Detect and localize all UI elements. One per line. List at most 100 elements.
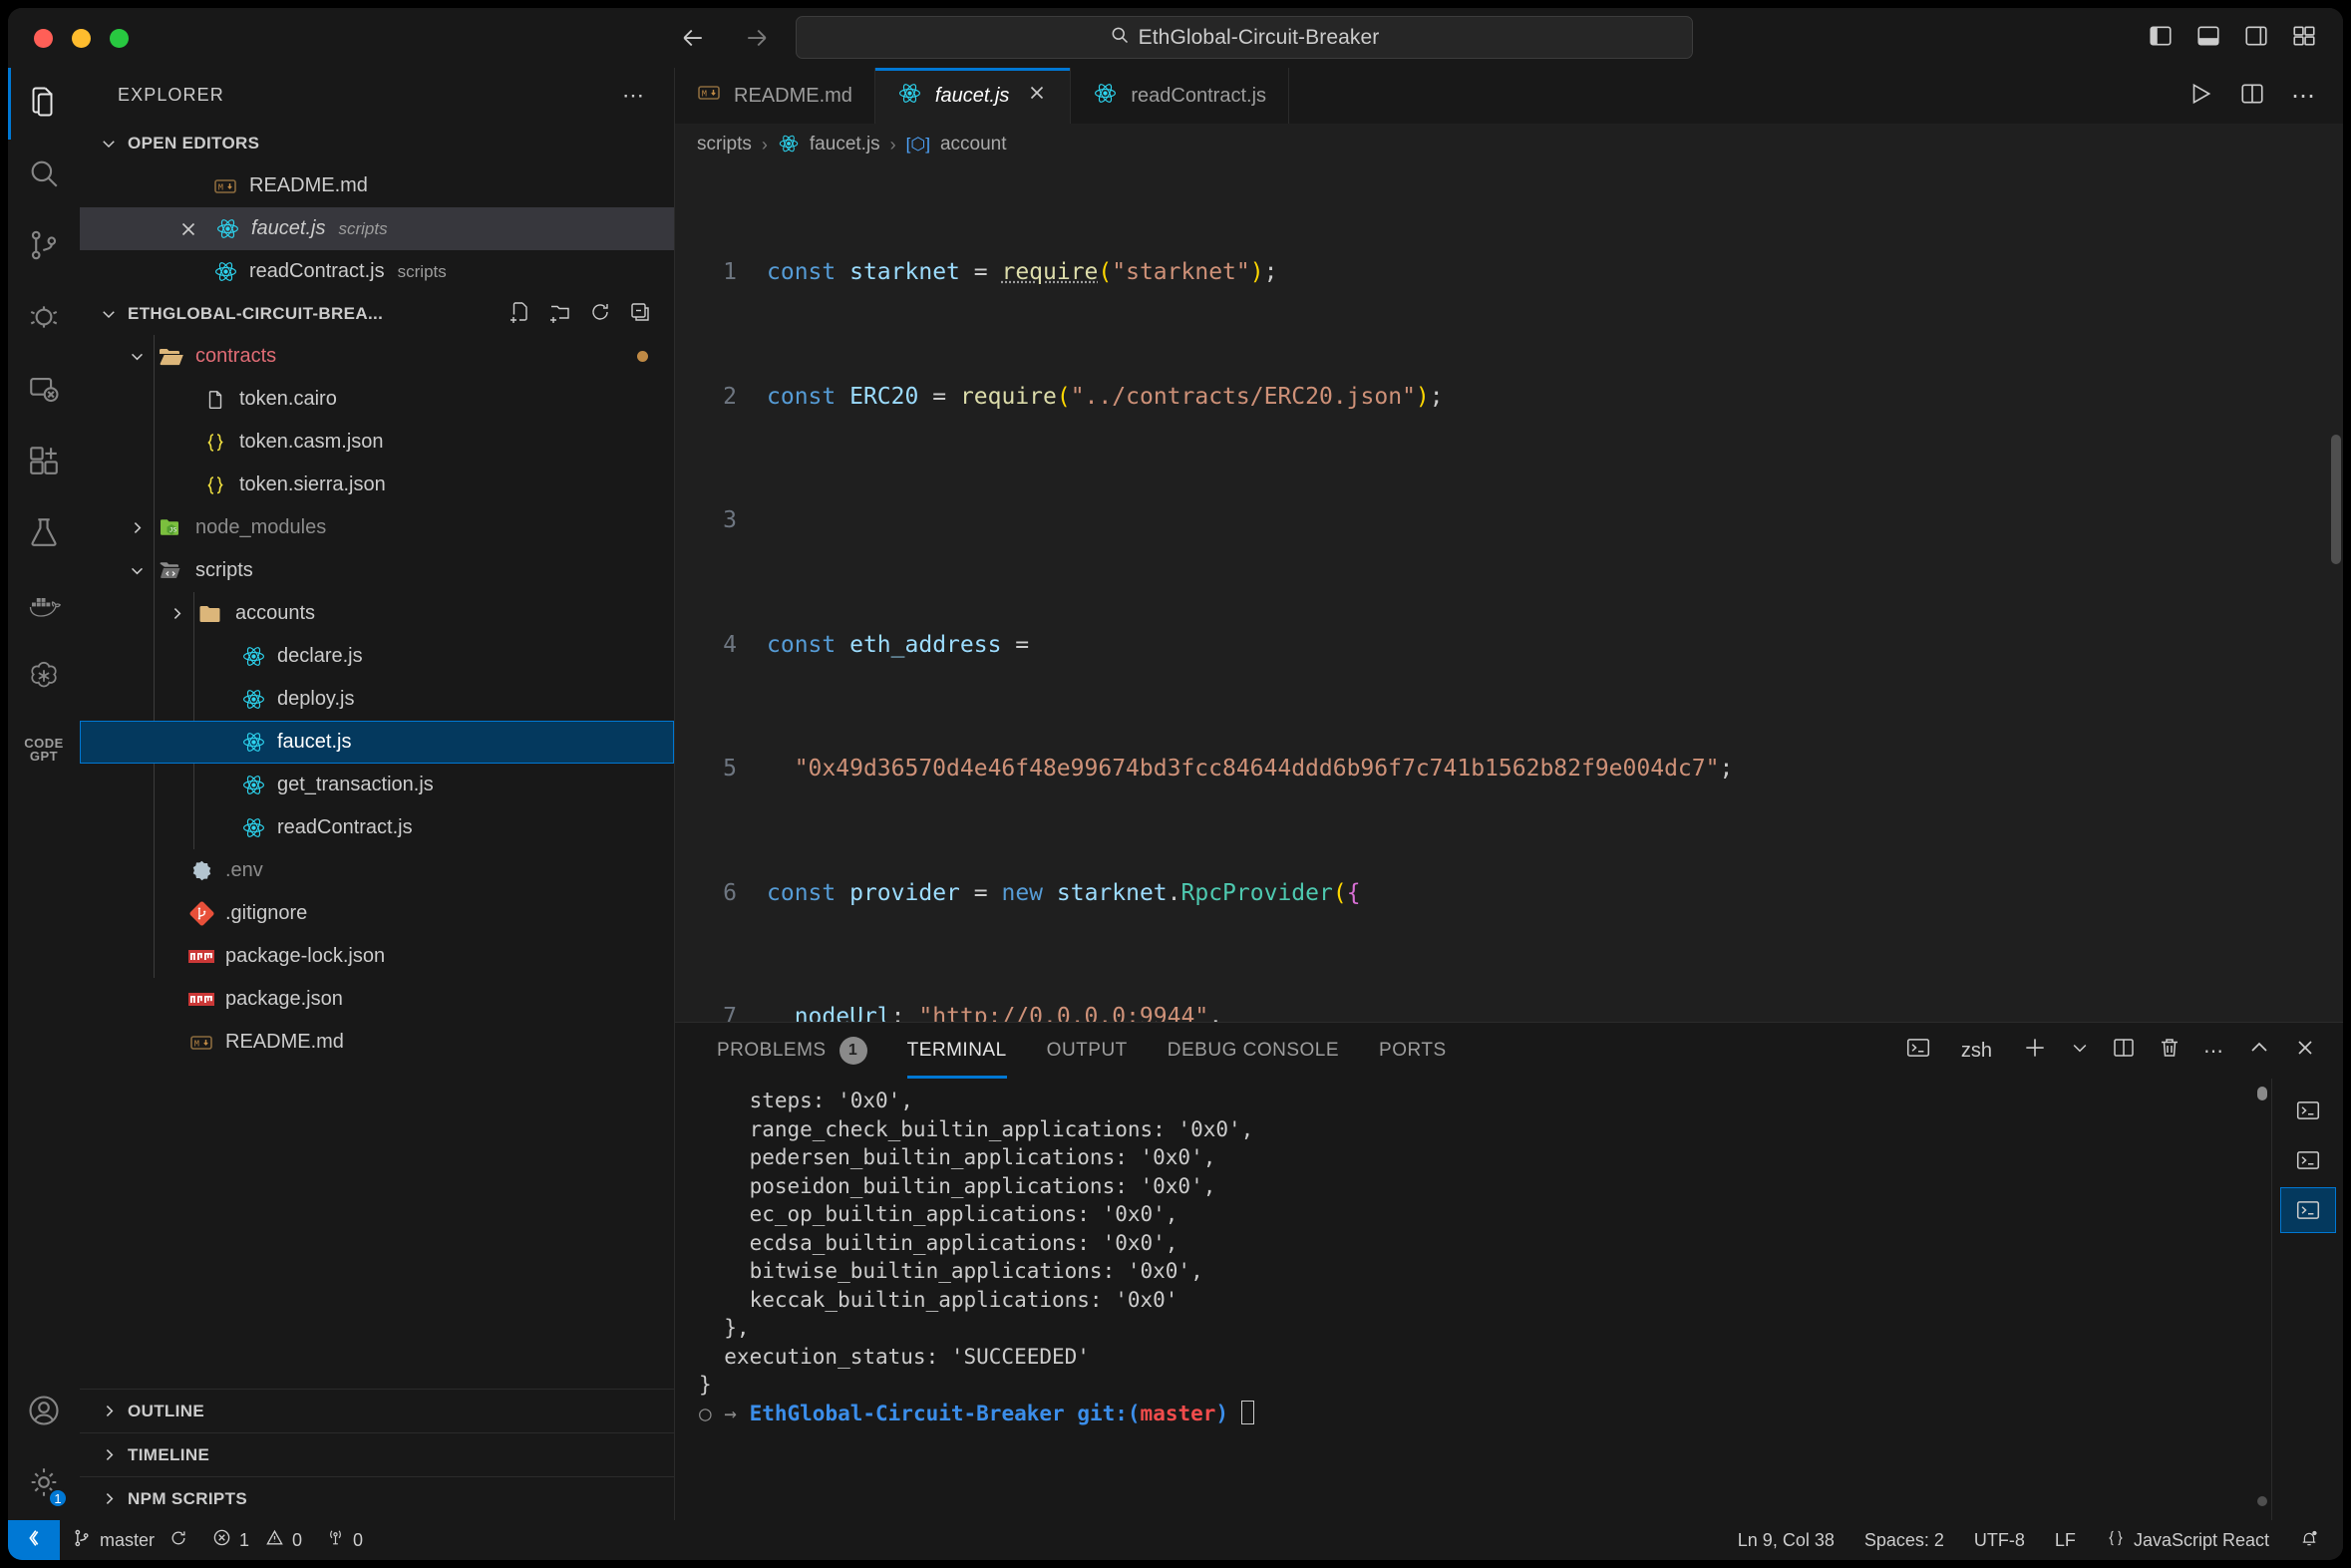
activity-item-testing[interactable] (8, 498, 80, 570)
section-npm-scripts[interactable]: NPM SCRIPTS (80, 1476, 674, 1520)
toggle-primary-sidebar-icon[interactable] (2148, 23, 2174, 54)
tree-item-package-json[interactable]: package.json (80, 978, 674, 1021)
minimize-window-button[interactable] (72, 28, 91, 48)
kill-terminal-icon[interactable] (2158, 1036, 2182, 1066)
breadcrumb-item-faucet-js[interactable]: faucet.js (810, 134, 880, 156)
tree-item-scripts[interactable]: scripts (80, 549, 674, 592)
remote-window-button[interactable] (8, 1520, 60, 1560)
refresh-icon[interactable] (588, 300, 612, 329)
status-notifications[interactable] (2284, 1520, 2343, 1560)
activity-item-openai[interactable] (8, 642, 80, 714)
tab-readme-md[interactable]: M README.md (675, 68, 875, 124)
activity-item-search[interactable] (8, 140, 80, 211)
open-editor-faucet[interactable]: faucet.js scripts (80, 207, 674, 250)
tree-item-token-cairo[interactable]: token.cairo (80, 378, 674, 421)
code-line: 6 const provider = new starknet.RpcProvid… (675, 873, 2343, 915)
more-actions-icon[interactable]: ⋯ (2203, 1039, 2225, 1064)
activity-item-run-and-debug[interactable] (8, 283, 80, 355)
tree-item-node-modules[interactable]: JS node_modules (80, 506, 674, 549)
section-open-editors[interactable]: OPEN EDITORS (80, 123, 674, 164)
tree-item-env[interactable]: .env (80, 849, 674, 892)
status-cursor-position[interactable]: Ln 9, Col 38 (1723, 1520, 1849, 1560)
new-terminal-icon[interactable] (2022, 1035, 2048, 1067)
back-icon[interactable] (678, 23, 708, 53)
editor-scrollbar[interactable] (2329, 165, 2343, 1022)
tree-item-declare-js[interactable]: declare.js (80, 635, 674, 678)
status-problems[interactable]: 1 0 (200, 1520, 314, 1560)
chevron-down-icon[interactable] (2070, 1038, 2090, 1064)
panel-tab-ports[interactable]: PORTS (1359, 1023, 1467, 1079)
close-window-button[interactable] (34, 28, 53, 48)
terminal-body[interactable]: steps: '0x0', range_check_builtin_applic… (675, 1079, 2343, 1520)
maximize-panel-icon[interactable] (2247, 1036, 2271, 1066)
terminal-tab-3[interactable] (2279, 1187, 2336, 1233)
activity-item-accounts[interactable] (8, 1377, 80, 1448)
status-encoding[interactable]: UTF-8 (1959, 1520, 2040, 1560)
code-editor[interactable]: 1 const starknet = require("starknet"); 2… (675, 165, 2343, 1022)
terminal-tab-1[interactable] (2281, 1089, 2335, 1132)
toggle-panel-icon[interactable] (2195, 23, 2221, 54)
panel-tab-problems[interactable]: PROBLEMS 1 (697, 1023, 887, 1079)
window-controls[interactable] (8, 28, 129, 48)
activity-item-codegpt[interactable]: CODE GPT (8, 714, 80, 785)
tab-faucet-js[interactable]: faucet.js (874, 68, 1072, 124)
status-indentation[interactable]: Spaces: 2 (1849, 1520, 1959, 1560)
sidebar-more-actions-icon[interactable]: ⋯ (622, 83, 646, 109)
run-icon[interactable] (2187, 81, 2213, 112)
close-panel-icon[interactable] (2293, 1036, 2317, 1066)
panel-tab-terminal[interactable]: TERMINAL (887, 1023, 1027, 1079)
section-timeline[interactable]: TIMELINE (80, 1432, 674, 1476)
more-actions-icon[interactable]: ⋯ (2291, 82, 2317, 111)
maximize-window-button[interactable] (110, 28, 129, 48)
tree-item-readme-md[interactable]: M README.md (80, 1021, 674, 1064)
tree-item-gitignore[interactable]: .gitignore (80, 892, 674, 935)
tab-readcontract-js[interactable]: readContract.js (1071, 68, 1290, 124)
tree-item-token-casm-json[interactable]: token.casm.json (80, 421, 674, 464)
activity-item-source-control[interactable] (8, 211, 80, 283)
split-terminal-icon[interactable] (2112, 1036, 2136, 1066)
close-icon[interactable] (1026, 82, 1048, 110)
activity-item-settings[interactable]: 1 (8, 1448, 80, 1520)
status-eol[interactable]: LF (2040, 1520, 2091, 1560)
panel-tab-output[interactable]: OUTPUT (1027, 1023, 1148, 1079)
breadcrumb-item-scripts[interactable]: scripts (697, 134, 752, 156)
terminal-scrollbar-thumb[interactable] (2257, 1087, 2267, 1100)
new-folder-icon[interactable] (548, 300, 572, 329)
forward-icon[interactable] (742, 23, 772, 53)
breadcrumb-item-account[interactable]: account (940, 134, 1007, 156)
tree-item-contracts[interactable]: contracts (80, 335, 674, 378)
status-branch[interactable]: master (60, 1520, 200, 1560)
collapse-all-icon[interactable] (628, 300, 652, 329)
activity-item-extensions[interactable] (8, 427, 80, 498)
activity-item-explorer[interactable] (8, 68, 80, 140)
split-editor-icon[interactable] (2239, 81, 2265, 112)
tree-item-token-sierra-json[interactable]: token.sierra.json (80, 464, 674, 506)
sync-icon[interactable] (168, 1528, 188, 1553)
panel-tab-debug-console[interactable]: DEBUG CONSOLE (1148, 1023, 1359, 1079)
terminal-shell-label[interactable]: zsh (1961, 1040, 1992, 1063)
tree-item-deploy-js[interactable]: deploy.js (80, 678, 674, 721)
open-editor-readcontract[interactable]: readContract.js scripts (80, 250, 674, 293)
tree-item-faucet-js[interactable]: faucet.js (80, 721, 674, 764)
terminal-icon[interactable] (1905, 1035, 1931, 1067)
terminal-scrollbar-thumb-lower[interactable] (2257, 1496, 2267, 1506)
tree-item-package-lock-json[interactable]: package-lock.json (80, 935, 674, 978)
status-ports[interactable]: 0 (314, 1520, 375, 1560)
close-icon[interactable] (173, 218, 203, 240)
command-center[interactable]: EthGlobal-Circuit-Breaker (796, 16, 1693, 59)
tree-item-readcontract-js[interactable]: readContract.js (80, 806, 674, 849)
activity-item-docker[interactable] (8, 570, 80, 642)
new-file-icon[interactable] (508, 300, 532, 329)
editor-scrollbar-thumb[interactable] (2331, 435, 2341, 564)
customize-layout-icon[interactable] (2291, 23, 2317, 54)
tree-item-get-transaction-js[interactable]: get_transaction.js (80, 764, 674, 806)
toggle-secondary-sidebar-icon[interactable] (2243, 23, 2269, 54)
section-workspace[interactable]: ETHGLOBAL-CIRCUIT-BREA... (80, 293, 674, 335)
activity-item-remote-explorer[interactable] (8, 355, 80, 427)
status-language-mode[interactable]: JavaScript React (2091, 1520, 2284, 1560)
open-editor-readme[interactable]: M README.md (80, 164, 674, 207)
tree-item-accounts[interactable]: accounts (80, 592, 674, 635)
terminal-tab-2[interactable] (2281, 1138, 2335, 1182)
section-outline[interactable]: OUTLINE (80, 1389, 674, 1432)
line-text: const starknet = require("starknet"); (767, 259, 1278, 285)
